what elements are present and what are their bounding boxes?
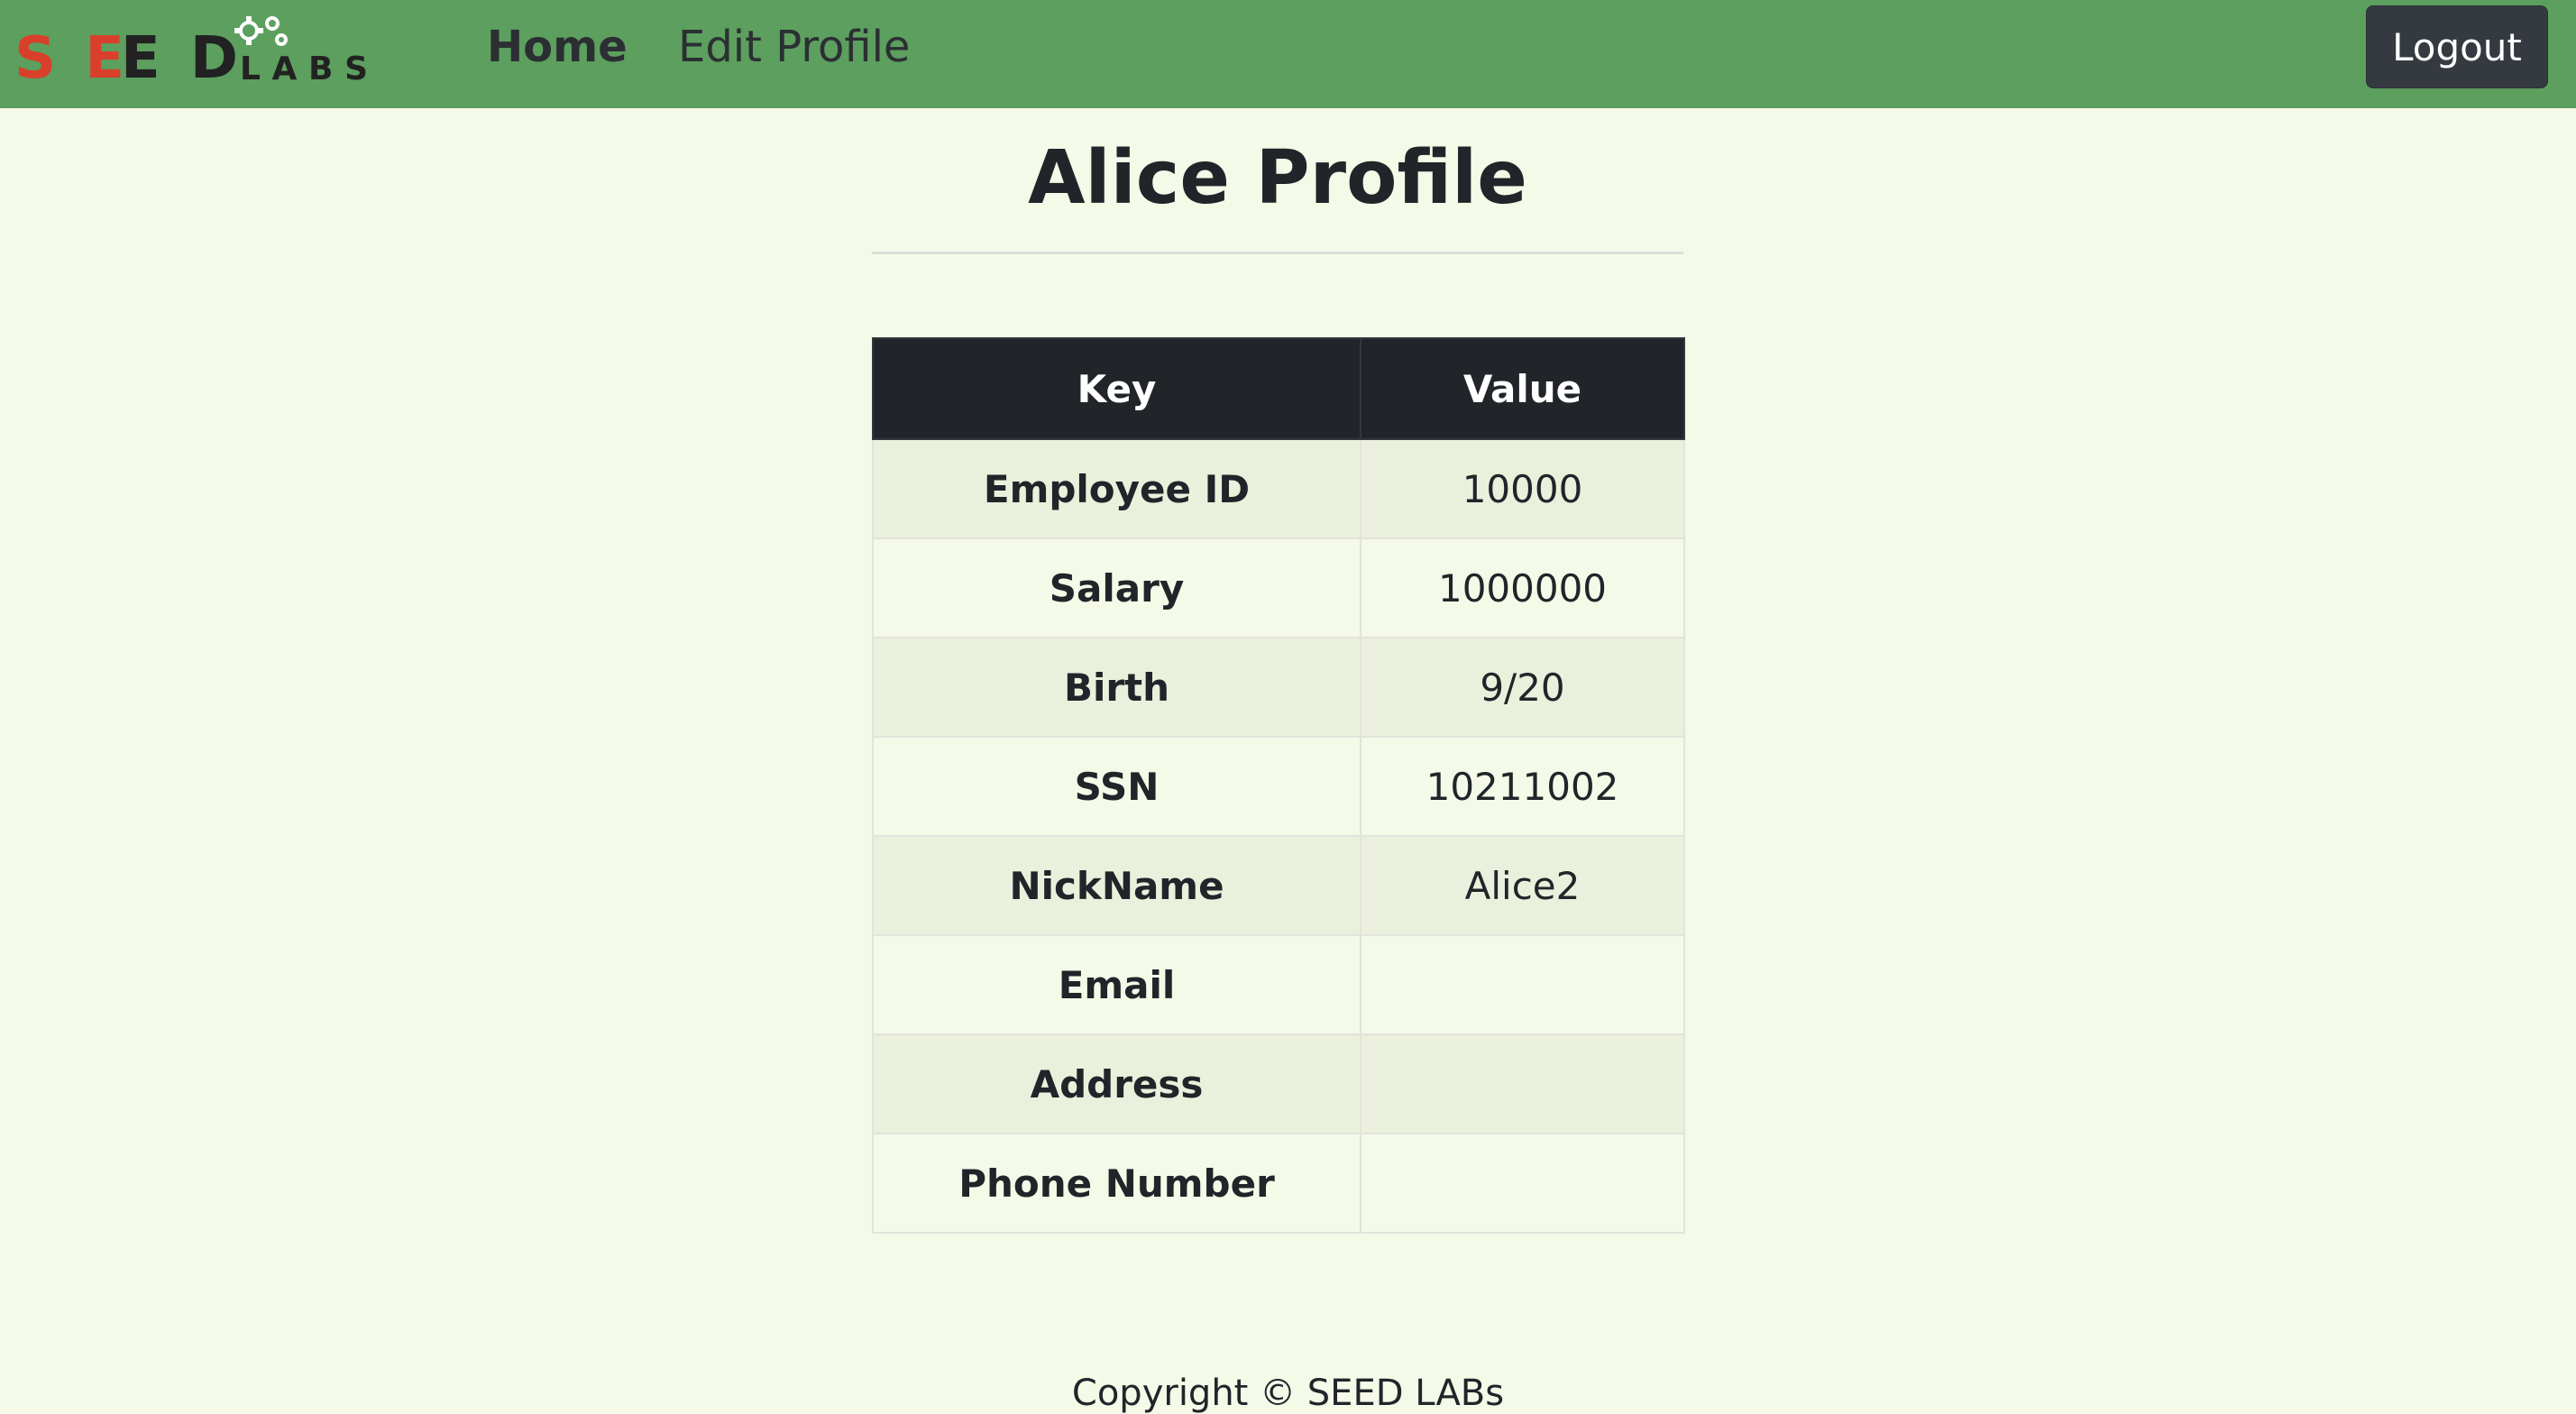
profile-table: Key Value Employee ID 10000 Salary 10000…	[872, 337, 1685, 1234]
row-key: Birth	[872, 637, 1361, 738]
row-key: Address	[872, 1033, 1361, 1134]
title-divider	[872, 252, 1683, 254]
table-row: Birth 9/20	[872, 637, 1685, 738]
row-value: 1000000	[1360, 537, 1685, 638]
svg-text:LABS: LABS	[240, 50, 368, 87]
svg-text:SE: SE	[14, 25, 123, 87]
table-row: SSN 10211002	[872, 736, 1685, 837]
row-key: Salary	[872, 537, 1361, 638]
table-row: Phone Number	[872, 1133, 1685, 1234]
top-navbar: SE ED LABS Home Edit Profile Logout	[0, 0, 2576, 108]
table-row: Email	[872, 934, 1685, 1035]
header-value: Value	[1360, 337, 1685, 440]
row-value: 9/20	[1360, 637, 1685, 738]
row-value	[1360, 1033, 1685, 1134]
row-key: Phone Number	[872, 1133, 1361, 1234]
row-value: 10211002	[1360, 736, 1685, 837]
row-value: 10000	[1360, 438, 1685, 539]
seed-labs-logo[interactable]: SE ED LABS	[13, 11, 373, 87]
row-key: NickName	[872, 835, 1361, 936]
row-value: Alice2	[1360, 835, 1685, 936]
logout-button[interactable]: Logout	[2366, 5, 2548, 88]
row-key: Email	[872, 934, 1361, 1035]
table-row: Employee ID 10000	[872, 438, 1685, 539]
nav-edit-profile-link[interactable]: Edit Profile	[678, 0, 910, 94]
page-title: Alice Profile	[1028, 135, 1527, 221]
nav-home-link[interactable]: Home	[487, 0, 628, 94]
table-row: Salary 1000000	[872, 537, 1685, 638]
header-key: Key	[872, 337, 1361, 440]
row-value	[1360, 1133, 1685, 1234]
svg-text:ED: ED	[121, 25, 236, 87]
row-value	[1360, 934, 1685, 1035]
row-key: SSN	[872, 736, 1361, 837]
table-row: NickName Alice2	[872, 835, 1685, 936]
table-header-row: Key Value	[872, 337, 1685, 440]
footer-copyright: Copyright © SEED LABs	[1071, 1373, 1505, 1414]
table-row: Address	[872, 1033, 1685, 1134]
row-key: Employee ID	[872, 438, 1361, 539]
